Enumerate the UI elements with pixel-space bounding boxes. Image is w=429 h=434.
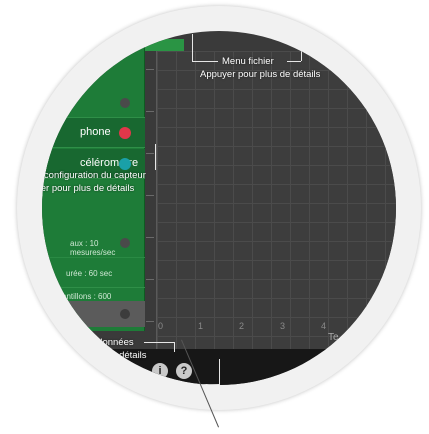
duration-value: urée : 60 sec [66,269,113,278]
file-menu-leader [192,61,218,62]
sidebar-bottom-icon[interactable] [120,309,130,319]
magnifier-lens: 0 1 2 3 4 5 Te ▲ ✎ i ? phone célérometre [42,31,396,385]
x-tick-label: 0 [158,321,164,331]
x-tick-label: 2 [239,321,245,331]
file-menu-bracket [192,34,193,61]
y-tick [146,69,154,70]
magnified-screenshot: 0 1 2 3 4 5 Te ▲ ✎ i ? phone célérometre [0,0,429,434]
sidebar-item-phone[interactable]: phone [42,118,145,148]
y-tick [146,195,154,196]
file-menu-callout-title: Menu fichier [222,56,274,67]
graph-area[interactable] [156,51,396,351]
file-menu-callout-hint: Appuyer pour plus de détails [200,69,321,80]
data-bracket [174,342,175,352]
x-axis-label: Te [328,332,339,343]
x-axis: 0 1 2 3 4 5 [156,321,396,337]
y-tick [146,321,154,322]
y-axis [146,51,156,351]
x-tick-label: 4 [321,321,327,331]
rate-value: aux : 10 mesures/sec [70,239,116,257]
sensor-settings-icon[interactable] [120,98,130,108]
sidebar-bottom-bar[interactable]: e [42,301,145,327]
x-tick-label: 1 [198,321,204,331]
sensor-config-bracket [155,144,156,170]
y-tick [146,279,154,280]
y-tick [146,237,154,238]
sensor-config-callout-title: e configuration du capteur [42,170,146,181]
x-tick-label: 3 [280,321,286,331]
data-callout-title: ue des données [66,337,134,348]
rate-settings-icon[interactable] [120,238,130,248]
file-menu-leader [287,61,301,62]
y-tick [146,153,154,154]
toolbar-bracket [102,359,220,385]
data-leader [144,342,174,343]
file-menu-bracket [301,34,302,61]
sensor-status-icon[interactable] [119,127,131,139]
y-tick [146,111,154,112]
sidebar-rate-row[interactable]: aux : 10 mesures/sec [42,228,145,258]
samples-value: antillons : 600 [62,292,112,301]
sensor-config-callout-hint: yer pour plus de détails [42,183,135,194]
sidebar-row-top [42,88,145,118]
x-tick-label: 5 [362,321,368,331]
sidebar-bottom-label: e [48,307,55,319]
sidebar-item-label: phone [80,126,111,138]
